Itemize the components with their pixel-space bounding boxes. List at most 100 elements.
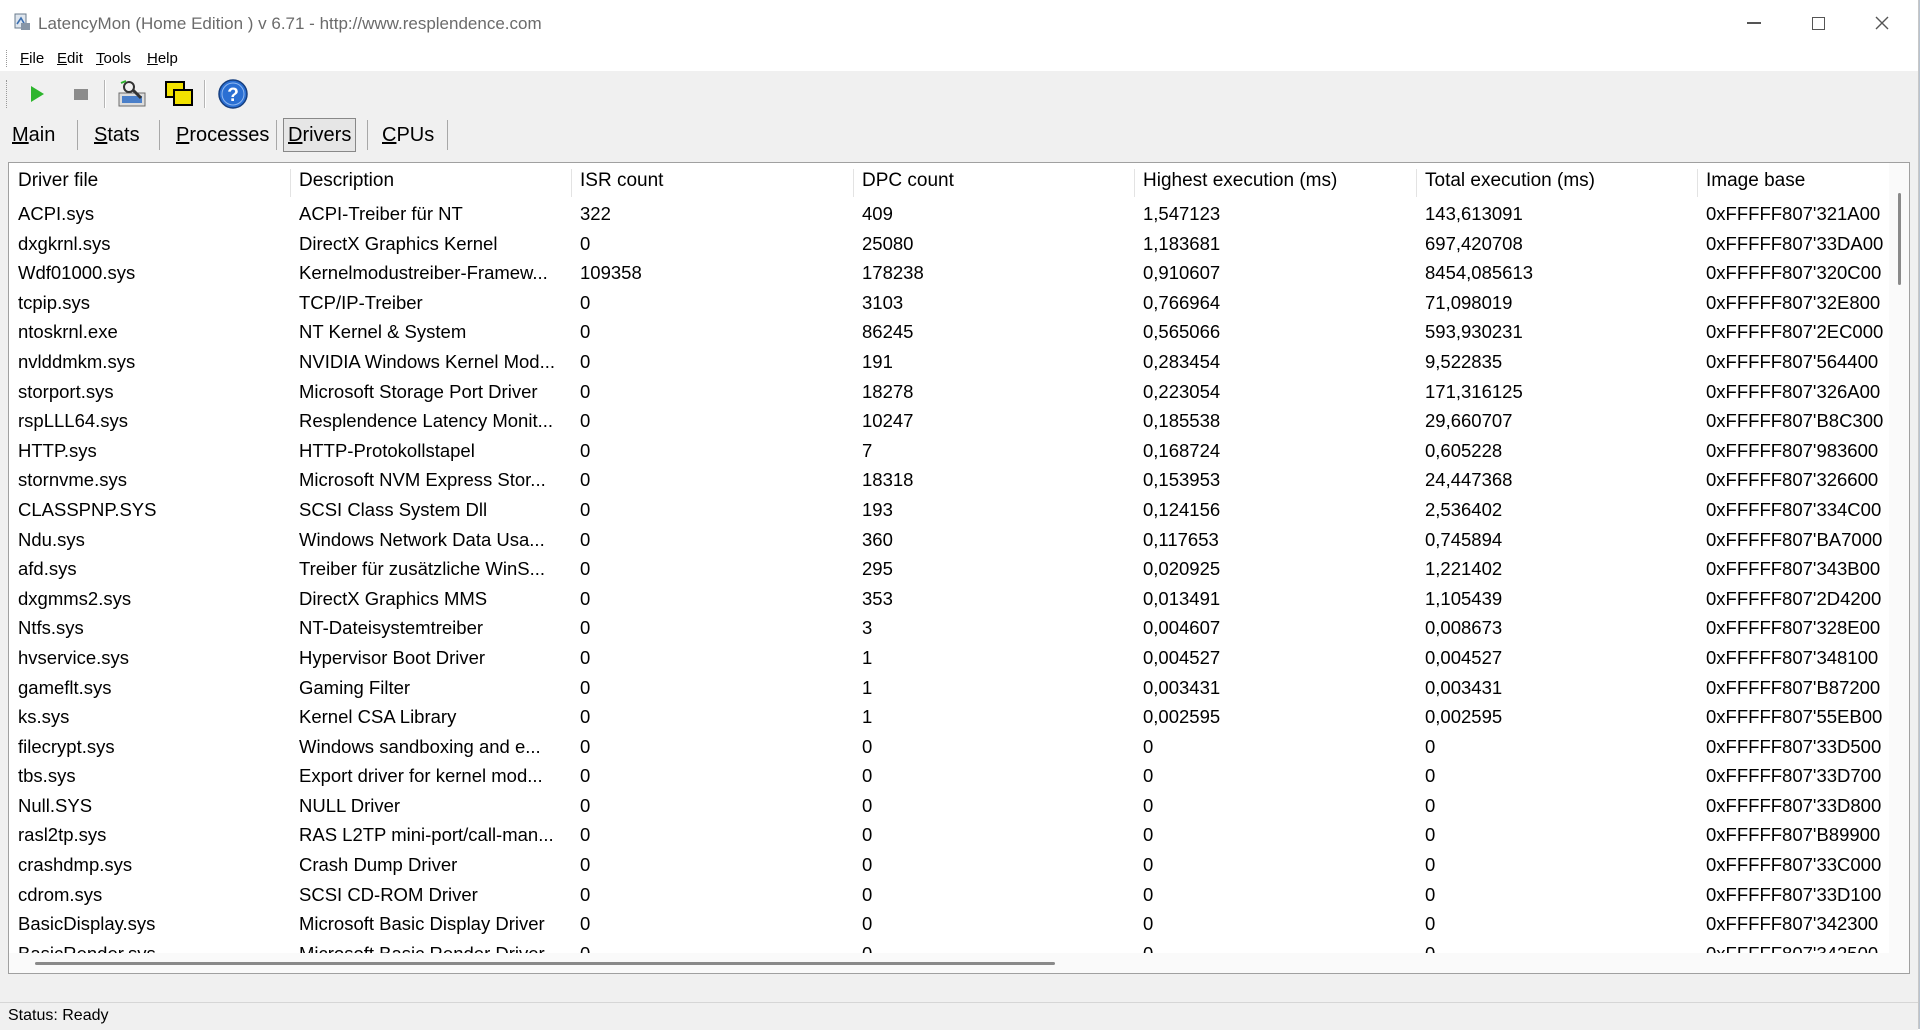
tab-processes-label: rocesses: [189, 123, 270, 146]
table-row[interactable]: Null.SYS NULL Driver 0 0 0 0 0xFFFFF807'33D800: [9, 791, 1889, 821]
table-row[interactable]: storport.sys Microsoft Storage Port Drive…: [9, 377, 1889, 407]
column-header-dpc-count[interactable]: DPC count: [853, 163, 1134, 199]
table-row[interactable]: Wdf01000.sys Kernelmodustreiber-Framew...…: [9, 258, 1889, 288]
column-header-isr-count[interactable]: ISR count: [571, 163, 853, 199]
menu-help[interactable]: Help: [147, 50, 178, 67]
cell-image-base: 0xFFFFF807'342300: [1706, 913, 1879, 935]
maximize-button[interactable]: [1786, 0, 1850, 46]
vertical-scrollbar[interactable]: [1889, 163, 1909, 973]
column-header-driver-file[interactable]: Driver file: [9, 163, 290, 199]
cell-image-base: 0xFFFFF807'343B00: [1706, 558, 1881, 580]
analyze-button[interactable]: [116, 78, 150, 110]
table-row[interactable]: gameflt.sys Gaming Filter 0 1 0,003431 0,0034…: [9, 673, 1889, 703]
table-body: ACPI.sys ACPI-Treiber für NT 322 409 1,54712…: [9, 199, 1889, 968]
stop-button[interactable]: [64, 78, 98, 110]
column-header-highest-execution[interactable]: Highest execution (ms): [1134, 163, 1416, 199]
cell-driver-file: rasl2tp.sys: [18, 824, 107, 846]
tab-main[interactable]: Main: [8, 118, 59, 152]
cell-description: Microsoft NVM Express Stor...: [299, 469, 546, 491]
cell-description: Kernelmodustreiber-Framew...: [299, 262, 548, 284]
window-title: LatencyMon (Home Edition ) v 6.71 - http…: [38, 14, 542, 33]
tab-stats[interactable]: Stats: [90, 118, 144, 152]
horizontal-scrollbar[interactable]: [9, 953, 1889, 973]
table-row[interactable]: CLASSPNP.SYS SCSI Class System Dll 0 193 0,1…: [9, 495, 1889, 525]
table-row[interactable]: hvservice.sys Hypervisor Boot Driver 0 1 0,0…: [9, 643, 1889, 673]
cell-highest-execution: 0,153953: [1143, 469, 1221, 491]
cell-isr-count: 0: [580, 765, 591, 787]
table-row[interactable]: crashdmp.sys Crash Dump Driver 0 0 0 0 0xFFFFF…: [9, 850, 1889, 880]
table-row[interactable]: ntoskrnl.exe NT Kernel & System 0 86245 0,56…: [9, 317, 1889, 347]
cell-dpc-count: 0: [862, 824, 873, 846]
cell-driver-file: afd.sys: [18, 558, 77, 580]
cell-total-execution: 143,613091: [1425, 203, 1523, 224]
table-row[interactable]: dxgkrnl.sys DirectX Graphics Kernel 0 25080…: [9, 229, 1889, 259]
close-button[interactable]: [1850, 0, 1914, 46]
table-row[interactable]: filecrypt.sys Windows sandboxing and e...…: [9, 732, 1889, 762]
drivers-table[interactable]: Driver file Description ISR count DPC co…: [8, 162, 1910, 974]
menu-tools[interactable]: Tools: [96, 50, 131, 67]
cell-total-execution: 593,930231: [1425, 321, 1523, 343]
cell-driver-file: gameflt.sys: [18, 676, 112, 698]
tab-processes-accel: P: [176, 123, 190, 146]
menu-bar: File Edit Tools Help: [0, 46, 1918, 71]
tab-cpus[interactable]: C PUs: [378, 118, 438, 152]
cell-total-execution: 2,536402: [1425, 498, 1503, 520]
cell-dpc-count: 0: [862, 735, 873, 757]
tab-drivers[interactable]: Drivers: [283, 118, 357, 152]
cell-description: NVIDIA Windows Kernel Mod...: [299, 350, 556, 372]
table-row[interactable]: Ndu.sys Windows Network Data Usa... 0 360 0,…: [9, 525, 1889, 555]
cell-isr-count: 0: [580, 735, 591, 757]
cell-isr-count: 0: [580, 824, 591, 846]
vertical-scroll-thumb[interactable]: [1898, 193, 1901, 285]
table-row[interactable]: afd.sys Treiber für zusätzliche WinS... 0 2…: [9, 554, 1889, 584]
cell-dpc-count: 353: [862, 587, 893, 609]
cell-highest-execution: 0,185538: [1143, 410, 1221, 432]
cell-isr-count: 0: [580, 587, 591, 609]
table-row[interactable]: ks.sys Kernel CSA Library 0 1 0,002595 0,0025…: [9, 702, 1889, 732]
column-header-description[interactable]: Description: [290, 163, 571, 199]
cell-description: Treiber für zusätzliche WinS...: [299, 558, 546, 580]
tab-bar: Main Stats Processes Drivers C PUs: [0, 118, 1918, 154]
menu-file[interactable]: File: [20, 50, 44, 67]
menu-edit[interactable]: Edit: [57, 50, 83, 67]
title-bar[interactable]: LatencyMon (Home Edition ) v 6.71 - http…: [0, 0, 1918, 46]
table-row[interactable]: Ntfs.sys NT-Dateisystemtreiber 0 3 0,004607 0…: [9, 613, 1889, 643]
table-row[interactable]: BasicDisplay.sys Microsoft Basic Display …: [9, 909, 1889, 939]
table-row[interactable]: tcpip.sys TCP/IP-Treiber 0 3103 0,766964 71,0…: [9, 288, 1889, 318]
help-button[interactable]: ?: [216, 78, 250, 110]
windows-button[interactable]: [162, 78, 196, 110]
cell-isr-count: 0: [580, 380, 591, 402]
table-row[interactable]: rspLLL64.sys Resplendence Latency Monit..…: [9, 406, 1889, 436]
cell-dpc-count: 1: [862, 646, 873, 668]
table-row[interactable]: nvlddmkm.sys NVIDIA Windows Kernel Mod...…: [9, 347, 1889, 377]
cell-dpc-count: 1: [862, 706, 873, 728]
tab-main-accel: M: [12, 123, 29, 146]
column-header-total-execution[interactable]: Total execution (ms): [1416, 163, 1697, 199]
cell-image-base: 0xFFFFF807'2D4200: [1706, 587, 1882, 609]
cell-description: DirectX Graphics MMS: [299, 587, 488, 609]
cell-isr-count: 0: [580, 854, 591, 876]
cell-image-base: 0xFFFFF807'33DA00: [1706, 232, 1884, 254]
cell-dpc-count: 0: [862, 794, 873, 816]
tab-main-label: ain: [28, 123, 56, 146]
table-row[interactable]: HTTP.sys HTTP-Protokollstapel 0 7 0,168724 0,…: [9, 436, 1889, 466]
column-header-image-base[interactable]: Image base: [1697, 163, 1889, 199]
table-row[interactable]: dxgmms2.sys DirectX Graphics MMS 0 353 0,013…: [9, 584, 1889, 614]
table-row[interactable]: rasl2tp.sys RAS L2TP mini-port/call-man..…: [9, 820, 1889, 850]
cell-dpc-count: 409: [862, 203, 893, 224]
horizontal-scroll-thumb[interactable]: [35, 962, 1055, 965]
cell-isr-count: 0: [580, 676, 591, 698]
minimize-button[interactable]: [1722, 0, 1786, 46]
table-row[interactable]: tbs.sys Export driver for kernel mod... 0 0…: [9, 761, 1889, 791]
cell-total-execution: 0,002595: [1425, 706, 1503, 728]
table-row[interactable]: cdrom.sys SCSI CD-ROM Driver 0 0 0 0 0xFFFFF80…: [9, 880, 1889, 910]
cell-dpc-count: 18318: [862, 469, 914, 491]
cell-description: Windows Network Data Usa...: [299, 528, 545, 550]
cell-driver-file: filecrypt.sys: [18, 735, 115, 757]
table-row[interactable]: stornvme.sys Microsoft NVM Express Stor..…: [9, 465, 1889, 495]
start-button[interactable]: [20, 78, 54, 110]
table-row[interactable]: ACPI.sys ACPI-Treiber für NT 322 409 1,54712…: [9, 199, 1889, 229]
cell-description: Kernel CSA Library: [299, 706, 457, 728]
tab-processes[interactable]: Processes: [172, 118, 273, 152]
cell-description: DirectX Graphics Kernel: [299, 232, 498, 254]
